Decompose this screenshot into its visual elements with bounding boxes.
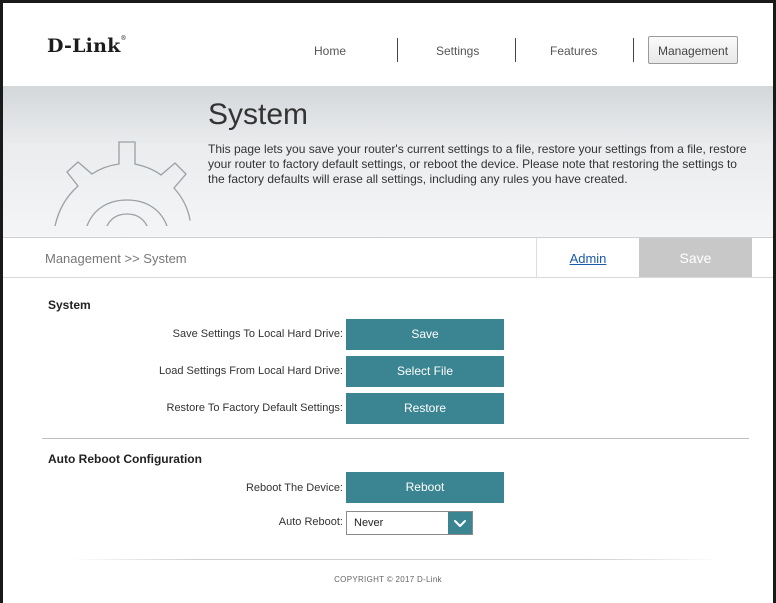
auto-reboot-select[interactable]: Never — [346, 511, 473, 535]
auto-reboot-value: Never — [354, 517, 384, 529]
breadcrumb-bar: Management >> System Admin Save — [3, 238, 773, 278]
page-banner: System This page lets you save your rout… — [3, 86, 773, 238]
nav-features[interactable]: Features — [550, 44, 597, 58]
section-title-auto-reboot: Auto Reboot Configuration — [48, 452, 202, 466]
gear-icon — [54, 141, 191, 226]
save-button[interactable]: Save — [639, 238, 752, 277]
load-settings-label: Load Settings From Local Hard Drive: — [158, 365, 343, 377]
reboot-device-label: Reboot The Device: — [245, 482, 343, 494]
footer-divider — [70, 559, 720, 560]
nav-settings[interactable]: Settings — [436, 44, 479, 58]
nav-separator — [515, 38, 516, 62]
auto-reboot-label: Auto Reboot: — [278, 516, 343, 528]
save-settings-label: Save Settings To Local Hard Drive: — [172, 328, 343, 340]
tab-admin[interactable]: Admin — [536, 238, 639, 278]
page-description: This page lets you save your router's cu… — [208, 142, 747, 186]
header: D-Link® Home Settings Features Managemen… — [3, 3, 773, 86]
reboot-button[interactable]: Reboot — [346, 472, 504, 503]
section-divider — [42, 438, 749, 439]
chevron-down-icon[interactable] — [448, 512, 472, 534]
restore-button[interactable]: Restore — [346, 393, 504, 424]
page-title: System — [208, 98, 309, 131]
nav-management[interactable]: Management — [648, 36, 739, 64]
restore-defaults-label: Restore To Factory Default Settings: — [166, 402, 344, 414]
breadcrumb: Management >> System — [45, 251, 187, 266]
copyright: COPYRIGHT © 2017 D-Link — [334, 575, 442, 584]
nav-separator — [397, 38, 398, 62]
select-file-button[interactable]: Select File — [346, 356, 504, 387]
nav-home[interactable]: Home — [314, 44, 346, 58]
section-title-system: System — [48, 298, 91, 312]
nav-separator — [633, 38, 634, 62]
save-settings-button[interactable]: Save — [346, 319, 504, 350]
logo: D-Link® — [47, 35, 127, 57]
